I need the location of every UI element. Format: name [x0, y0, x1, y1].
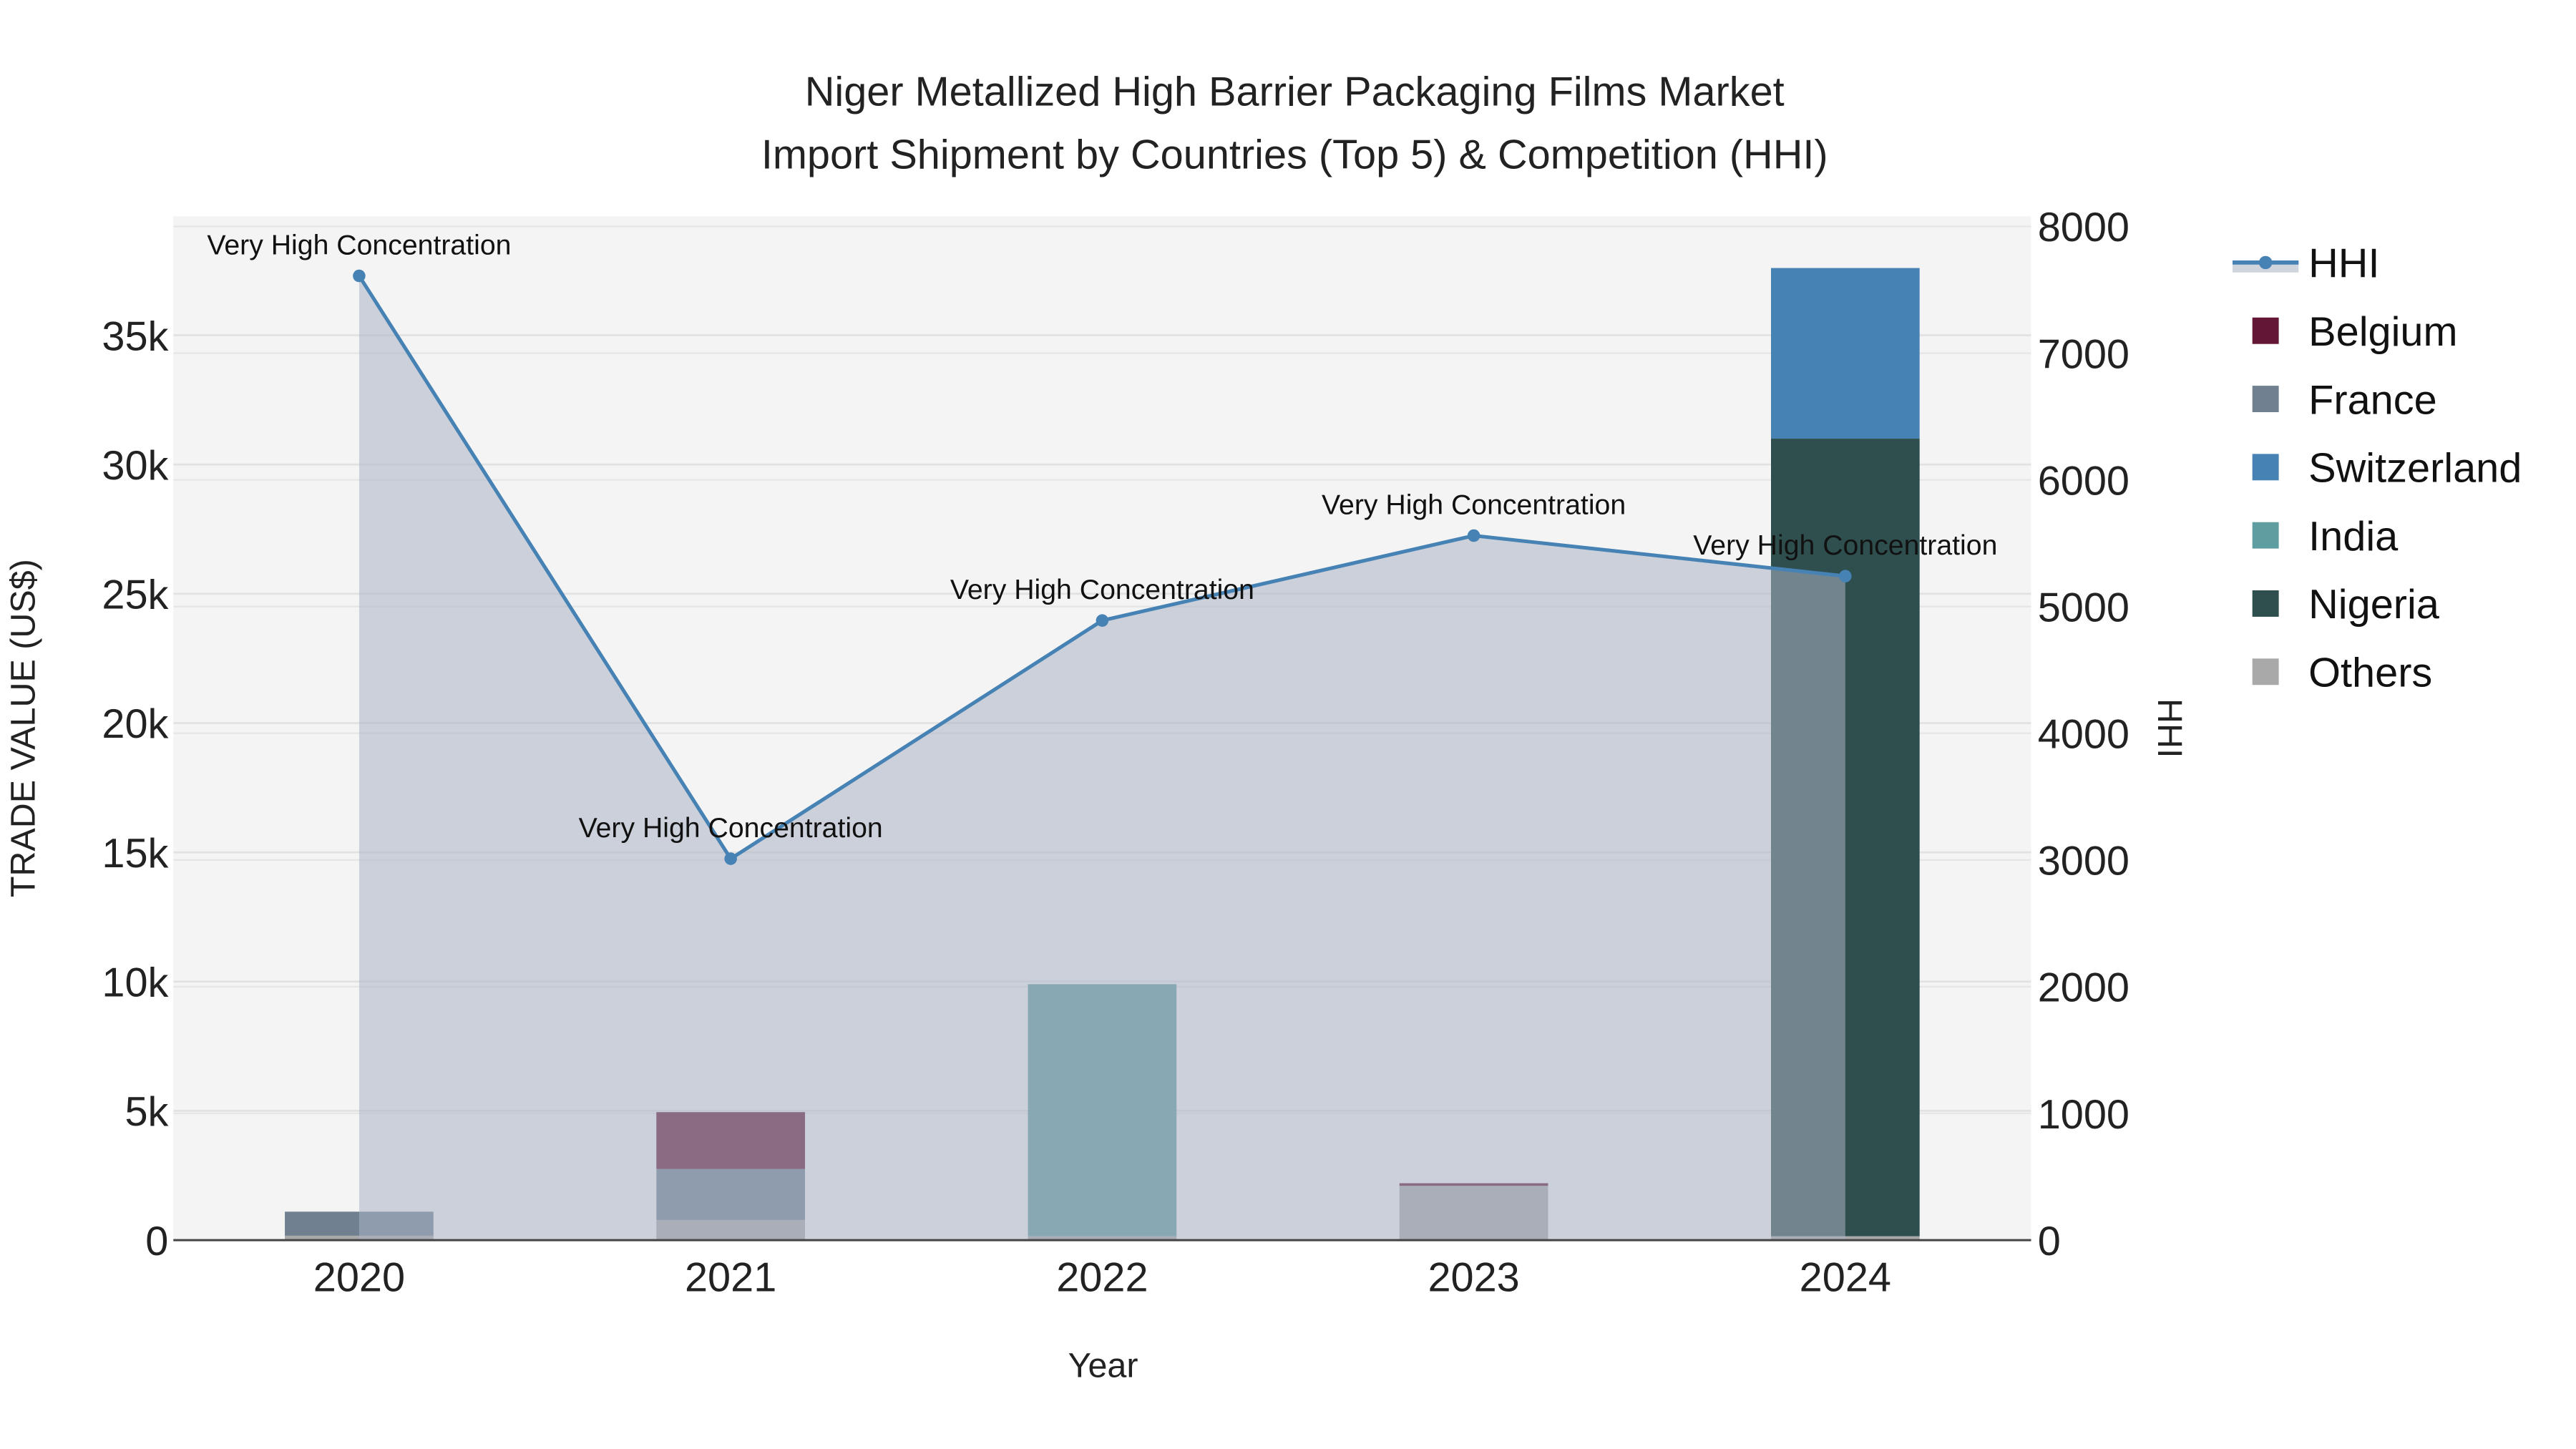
- hhi-annotation: Very High Concentration: [1693, 530, 1997, 561]
- y-axis-label: TRADE VALUE (US$): [4, 559, 42, 897]
- hhi-point-2022: [1096, 614, 1109, 627]
- legend: HHI Belgium France Switzerland India Nigeria O…: [2232, 241, 2522, 696]
- y2-tick-label: 5000: [2038, 585, 2129, 630]
- hhi-annotation: Very High Concentration: [950, 574, 1254, 605]
- legend-swatch-india: [2252, 522, 2279, 549]
- legend-swatch-france: [2252, 386, 2279, 412]
- x-axis-label: Year: [1068, 1347, 1138, 1385]
- x-tick-label: 2023: [1428, 1255, 1519, 1301]
- hhi-annotation: Very High Concentration: [207, 230, 511, 261]
- y-tick-label: 10k: [102, 960, 168, 1006]
- y-tick-label: 30k: [102, 443, 168, 489]
- x-tick-label: 2021: [685, 1255, 776, 1301]
- y2-axis-ticks: 0 1000 2000 3000 4000 5000 6000 7000 8000: [2038, 205, 2129, 1264]
- hhi-point-2020: [353, 269, 366, 283]
- hhi-annotation: Very High Concentration: [1322, 489, 1626, 521]
- legend-label-france: France: [2308, 377, 2437, 423]
- legend-label-india: India: [2308, 514, 2399, 560]
- hhi-point-2021: [724, 852, 737, 865]
- y2-tick-label: 4000: [2038, 712, 2129, 758]
- legend-label-nigeria: Nigeria: [2308, 582, 2440, 628]
- chart-title-line1: Niger Metallized High Barrier Packaging …: [805, 69, 1785, 115]
- y-tick-label: 15k: [102, 831, 168, 877]
- hhi-point-2023: [1467, 529, 1480, 542]
- y-tick-label: 0: [145, 1219, 168, 1264]
- y-tick-label: 35k: [102, 313, 168, 359]
- legend-hhi-marker: [2258, 255, 2273, 270]
- chart: Niger Metallized High Barrier Packaging …: [4, 69, 2522, 1385]
- legend-label-hhi: HHI: [2308, 241, 2379, 287]
- legend-label-others: Others: [2308, 650, 2432, 696]
- x-tick-label: 2024: [1800, 1255, 1891, 1301]
- x-axis-ticks: 2020 2021 2022 2023 2024: [313, 1255, 1891, 1301]
- y2-tick-label: 3000: [2038, 839, 2129, 884]
- y-axis-ticks: 0 5k 10k 15k 20k 25k 30k 35k: [102, 313, 168, 1264]
- hhi-point-2024: [1839, 570, 1852, 582]
- legend-label-switzerland: Switzerland: [2308, 446, 2522, 492]
- x-tick-label: 2022: [1056, 1255, 1148, 1301]
- legend-label-belgium: Belgium: [2308, 309, 2457, 355]
- y-tick-label: 20k: [102, 701, 168, 747]
- y2-tick-label: 1000: [2038, 1092, 2129, 1138]
- y2-tick-label: 0: [2038, 1219, 2061, 1264]
- y-tick-label: 25k: [102, 572, 168, 618]
- legend-swatch-belgium: [2252, 317, 2279, 344]
- y2-tick-label: 6000: [2038, 458, 2129, 504]
- y-tick-label: 5k: [125, 1089, 168, 1135]
- legend-swatch-nigeria: [2252, 590, 2279, 617]
- y2-tick-label: 8000: [2038, 205, 2129, 250]
- x-tick-label: 2020: [313, 1255, 405, 1301]
- y2-tick-label: 2000: [2038, 965, 2129, 1011]
- legend-swatch-others: [2252, 658, 2279, 686]
- legend-swatch-switzerland: [2252, 454, 2279, 481]
- bar-switzerland-2024: [1771, 268, 1920, 439]
- chart-title-line2: Import Shipment by Countries (Top 5) & C…: [761, 132, 1828, 177]
- y2-tick-label: 7000: [2038, 331, 2129, 377]
- y2-axis-label: HHI: [2150, 698, 2189, 758]
- hhi-annotation: Very High Concentration: [579, 812, 883, 844]
